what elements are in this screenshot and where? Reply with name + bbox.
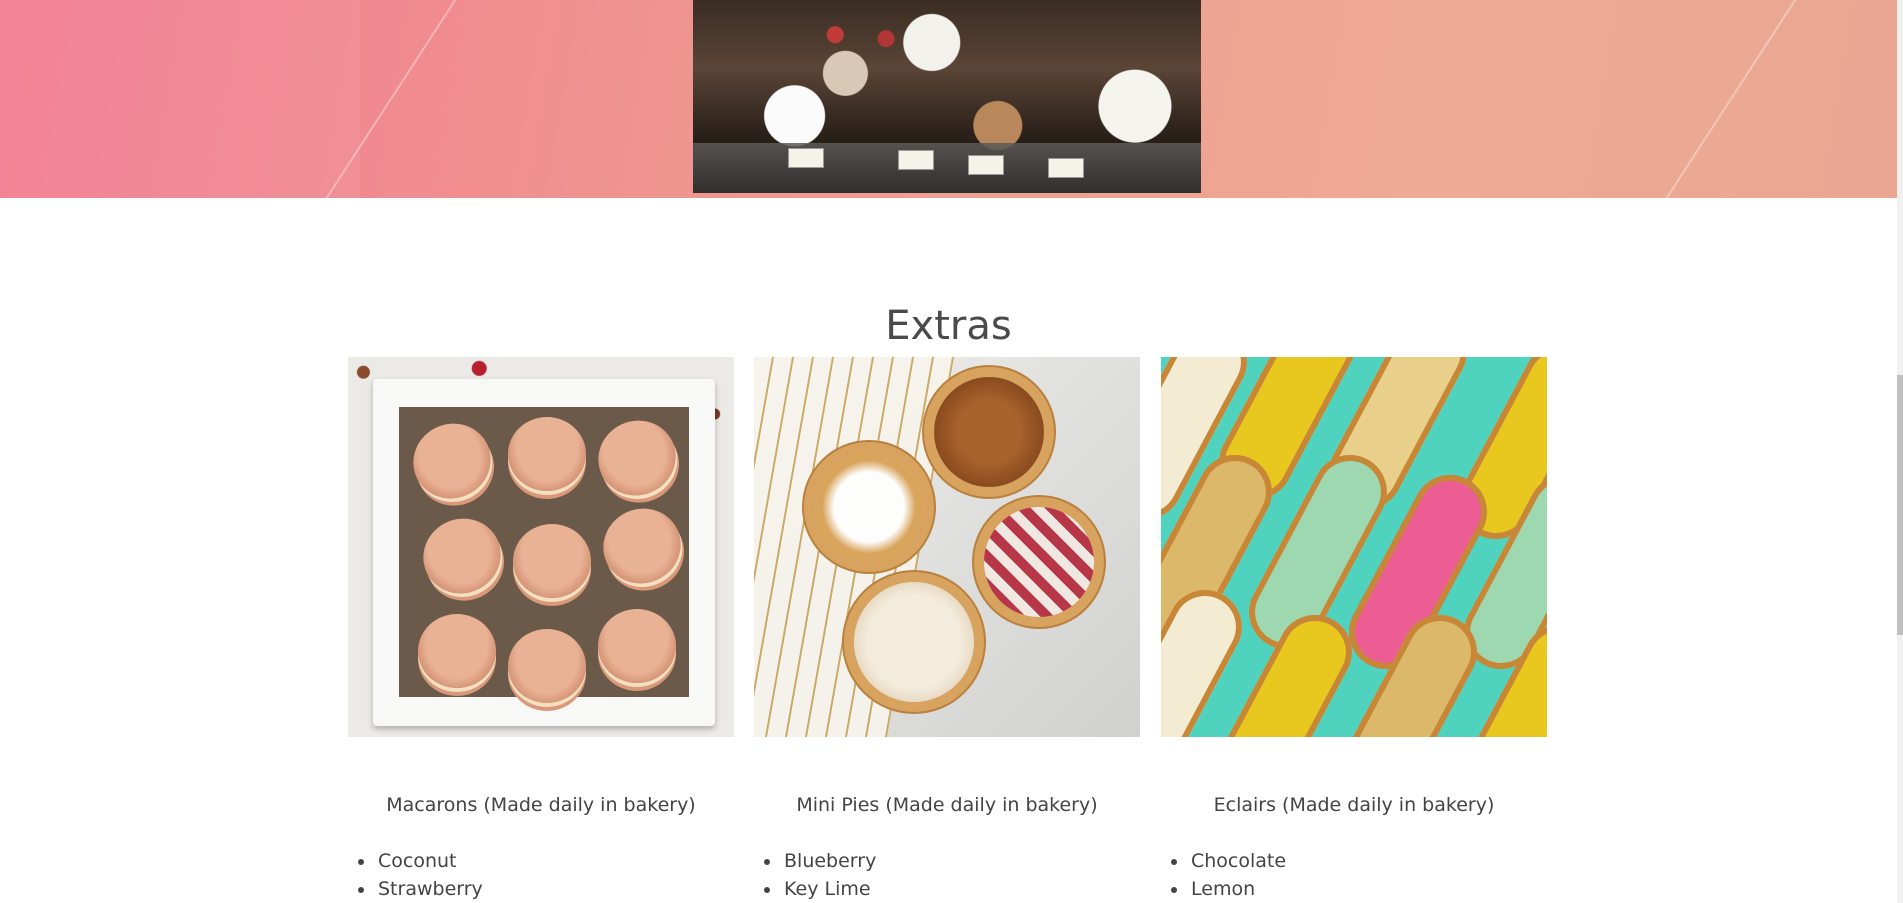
product-caption: Mini Pies (Made daily in bakery) bbox=[796, 794, 1098, 816]
flavor-item: Lemon bbox=[1189, 875, 1286, 903]
coconut-pie bbox=[854, 582, 974, 702]
flavor-list: Coconut Strawberry bbox=[348, 847, 483, 903]
flavor-item: Strawberry bbox=[376, 875, 483, 903]
flavor-list: Blueberry Key Lime bbox=[754, 847, 876, 903]
cream-pie bbox=[814, 452, 924, 562]
hero-shade bbox=[0, 0, 360, 198]
pecan-pie bbox=[934, 377, 1044, 487]
section-title: Extras bbox=[885, 303, 1012, 349]
price-tag bbox=[1048, 158, 1084, 178]
flavor-item: Blueberry bbox=[782, 847, 876, 875]
product-card-eclairs: Eclairs (Made daily in bakery) Chocolate… bbox=[1161, 357, 1547, 900]
hero-stripe bbox=[1656, 0, 1822, 198]
eclairs-photo bbox=[1161, 357, 1547, 737]
macaron-box bbox=[373, 379, 715, 726]
scrollbar-thumb[interactable] bbox=[1897, 375, 1903, 635]
product-caption: Macarons (Made daily in bakery) bbox=[386, 794, 696, 816]
display-counter bbox=[693, 143, 1201, 193]
macarons-photo bbox=[348, 357, 734, 737]
bakery-counter-photo bbox=[693, 0, 1201, 193]
hero-banner bbox=[0, 0, 1897, 198]
price-tag bbox=[898, 150, 934, 170]
flavor-list: Chocolate Lemon bbox=[1161, 847, 1286, 903]
page-scrollbar[interactable] bbox=[1897, 0, 1903, 903]
product-card-macarons: Macarons (Made daily in bakery) Coconut … bbox=[348, 357, 734, 900]
cherry-pie bbox=[984, 507, 1094, 617]
price-tag bbox=[968, 155, 1004, 175]
flavor-item: Coconut bbox=[376, 847, 483, 875]
mini-pies-photo bbox=[754, 357, 1140, 737]
flavor-item: Key Lime bbox=[782, 875, 876, 903]
price-tag bbox=[788, 148, 824, 168]
flavor-item: Chocolate bbox=[1189, 847, 1286, 875]
product-card-mini-pies: Mini Pies (Made daily in bakery) Blueber… bbox=[754, 357, 1140, 900]
product-caption: Eclairs (Made daily in bakery) bbox=[1213, 794, 1495, 816]
